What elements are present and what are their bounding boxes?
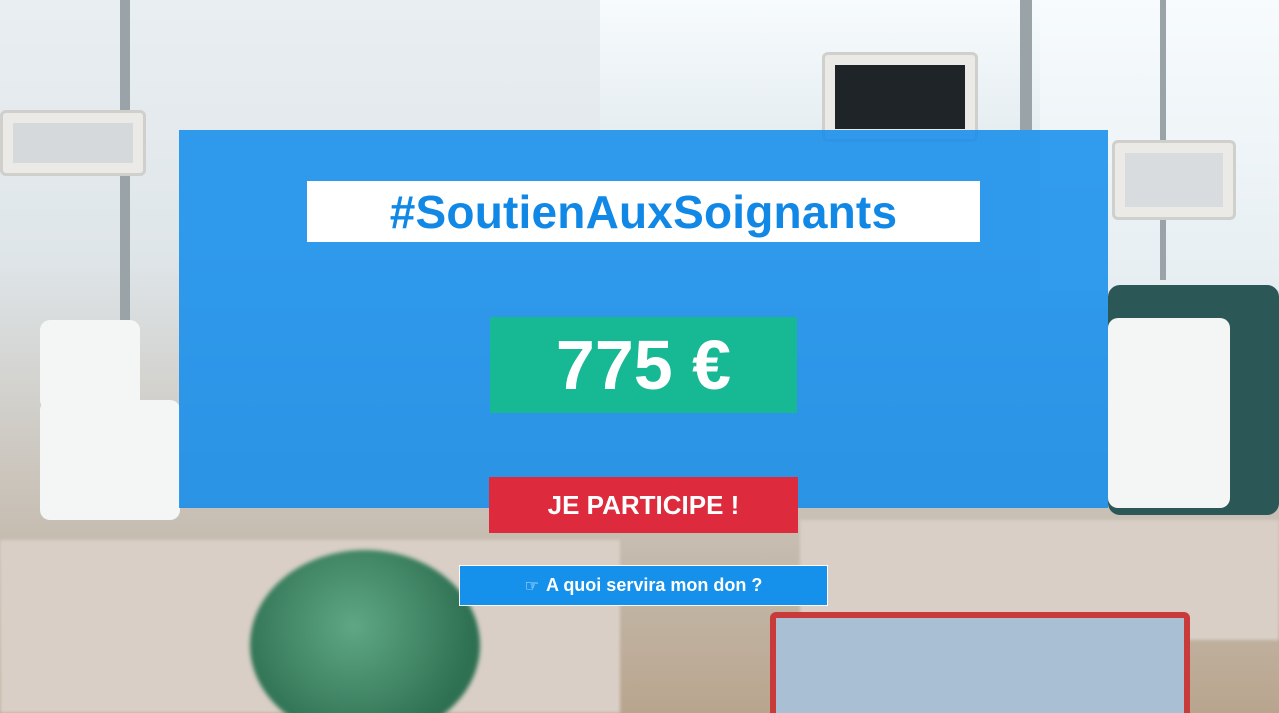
donation-info-button[interactable]: ☞ A quoi servira mon don ? <box>459 565 828 606</box>
pointing-hand-icon: ☞ <box>524 575 539 595</box>
donation-info-label: A quoi servira mon don ? <box>545 575 763 595</box>
donation-amount-badge: 775 € <box>490 317 797 413</box>
hashtag-text: #SoutienAuxSoignants <box>389 185 898 238</box>
participate-button-label: JE PARTICIPE ! <box>547 489 740 520</box>
participate-button[interactable]: JE PARTICIPE ! <box>489 477 798 533</box>
donation-amount: 775 € <box>555 326 732 404</box>
hashtag-banner: #SoutienAuxSoignants <box>307 181 980 242</box>
